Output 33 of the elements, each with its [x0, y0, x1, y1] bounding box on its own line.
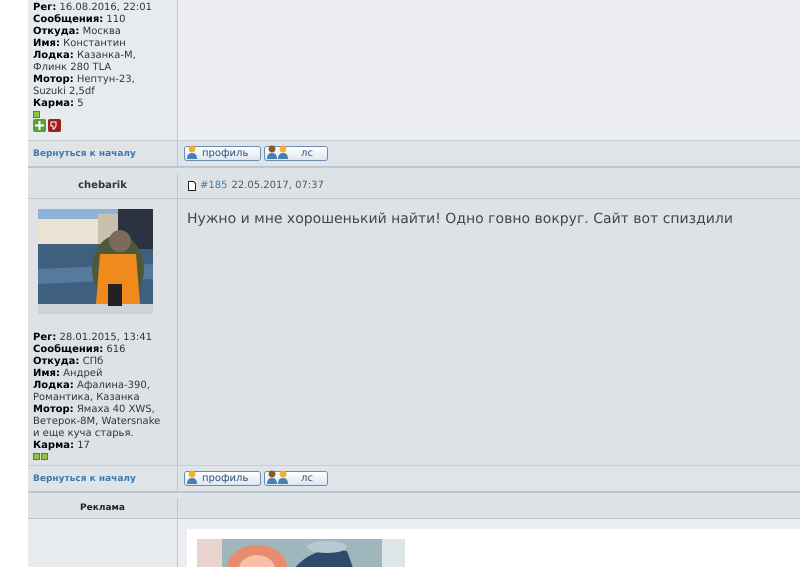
- profile-button[interactable]: профиль: [184, 146, 261, 161]
- profile-field: Лодка: Афалина-390, Романтика, Казанка: [33, 380, 165, 404]
- post-number-link[interactable]: #185: [200, 180, 228, 192]
- profile-field: Откуда: Москва: [33, 26, 165, 38]
- person-icon: [186, 144, 199, 160]
- profile-field: Мотор: Ямаха 40 XWS, Ветерок-8М, Watersnake и еще куча старья.: [33, 404, 165, 440]
- profile-field: Рег: 16.08.2016, 22:01: [33, 2, 165, 14]
- profile-field: Имя: Андрей: [33, 368, 165, 380]
- document-icon: [188, 180, 196, 190]
- people-icon: [266, 144, 290, 160]
- people-icon: [266, 470, 290, 484]
- profile-field: Карма: 5: [33, 98, 165, 110]
- person-icon: [186, 470, 199, 484]
- private-message-button[interactable]: лс: [264, 471, 328, 486]
- profile-field: Рег: 28.01.2015, 13:41: [33, 332, 165, 344]
- profile-field: Сообщения: 110: [33, 14, 165, 26]
- back-to-top-link[interactable]: Вернуться к началу: [33, 148, 136, 160]
- post-date: 22.05.2017, 07:37: [231, 180, 324, 192]
- ad-title: Реклама: [80, 502, 125, 514]
- profile-field: Имя: Константин: [33, 38, 165, 50]
- private-message-button[interactable]: лс: [264, 146, 328, 161]
- thumb-down-icon[interactable]: [48, 119, 61, 132]
- profile-field: Откуда: СПб: [33, 356, 165, 368]
- karma-square-icon: [33, 111, 40, 118]
- profile-button[interactable]: профиль: [184, 471, 261, 486]
- plus-icon[interactable]: [33, 119, 46, 132]
- profile-field: Карма: 17: [33, 440, 165, 452]
- profile-field: Мотор: Нептун-23, Suzuki 2,5df: [33, 74, 165, 98]
- back-to-top-link[interactable]: Вернуться к началу: [33, 472, 136, 484]
- profile-field: Лодка: Казанка-М, Флинк 280 TLA: [33, 50, 165, 74]
- post-message: Нужно и мне хорошенький найти! Одно говно вокруг. Сайт вот спиздили: [187, 210, 734, 228]
- profile-field: Сообщения: 616: [33, 344, 165, 356]
- author-name[interactable]: chebarik: [78, 180, 127, 192]
